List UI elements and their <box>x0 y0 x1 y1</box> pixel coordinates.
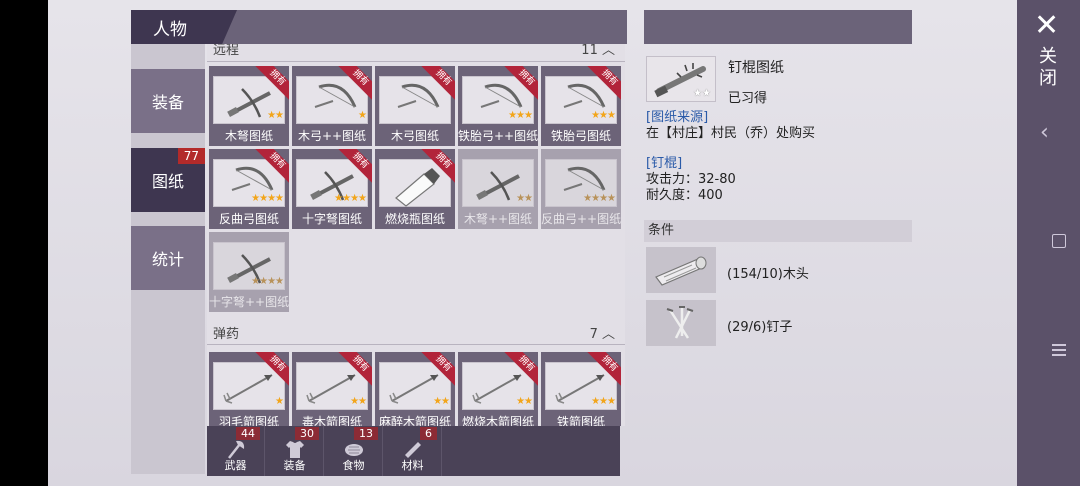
category-count: 7 ︿ <box>589 327 615 342</box>
blueprint-card[interactable]: ★★★ 拥有 铁胎弓图纸 <box>541 66 621 146</box>
blueprint-card[interactable]: 拥有 木弓图纸 <box>375 66 455 146</box>
detail-title: 钉棍图纸 <box>728 60 784 76</box>
rarity-stars: ★★★★ <box>251 276 284 287</box>
sidebar-item-label: 装备 <box>151 93 184 112</box>
rarity-stars: ★★ <box>433 396 450 407</box>
learned-status: 已习得 <box>728 91 768 106</box>
rarity-stars: ★★★★ <box>583 193 616 204</box>
bottom-tab-bar: 44 武器 30 装备 13 食物 6 材料 <box>207 426 620 476</box>
side-control-bar: ✕ 关闭 ‹ <box>1017 0 1080 486</box>
rarity-stars: ★★ <box>516 396 533 407</box>
sidebar-item-label: 图纸 <box>151 172 184 191</box>
blueprint-card[interactable]: 拥有 燃烧瓶图纸 <box>375 149 455 229</box>
blueprint-label: 十字弩++图纸 <box>209 295 289 309</box>
source-text: 在【村庄】村民（乔）处购买 <box>646 126 816 141</box>
category-name: 远程 <box>213 44 240 58</box>
character-tab[interactable]: 人物 <box>131 10 237 44</box>
blueprint-card[interactable]: ★★★★ 拥有 反曲弓图纸 <box>209 149 289 229</box>
tab-label: 武器 <box>224 459 247 472</box>
blueprint-card[interactable]: ★★ 拥有 毒木箭图纸 <box>292 352 372 426</box>
sidebar-item-stats[interactable]: 统计 <box>131 226 205 290</box>
blueprint-label: 木弓图纸 <box>390 129 439 143</box>
blueprint-card[interactable]: ★ 拥有 木弓++图纸 <box>292 66 372 146</box>
blueprint-label: 铁箭图纸 <box>556 415 605 426</box>
rarity-stars: ★★ <box>516 193 533 204</box>
tab-gear[interactable]: 30 装备 <box>266 426 324 476</box>
chevron-up-icon[interactable]: ︿ <box>602 44 615 58</box>
blueprint-card[interactable]: ★ 拥有 羽毛箭图纸 <box>209 352 289 426</box>
tab-label: 装备 <box>283 459 306 472</box>
rarity-stars: ★★★ <box>591 110 616 121</box>
durability-stat: 耐久度：400 <box>646 188 723 203</box>
blueprint-label: 十字弩图纸 <box>301 212 362 226</box>
rarity-stars: ★★★★ <box>334 193 367 204</box>
count-badge: 77 <box>177 148 205 164</box>
blueprint-label: 反曲弓图纸 <box>218 212 279 226</box>
blueprint-label: 毒木箭图纸 <box>301 415 362 426</box>
rarity-stars: ★★★★ <box>251 193 284 204</box>
tab-label: 食物 <box>342 459 365 472</box>
blueprint-card[interactable]: ★★★★ 拥有 十字弩图纸 <box>292 149 372 229</box>
blueprint-label: 铁胎弓图纸 <box>550 129 611 143</box>
blueprint-card[interactable]: ★★★ 拥有 铁胎弓++图纸 <box>458 66 538 146</box>
blueprint-list[interactable]: 远程 11 ︿ ★★ 拥有 木弩图纸 ★ 拥有 木弓++图纸 拥有 木弓图纸 ★★★ 拥有 铁胎弓+… <box>207 44 625 426</box>
blueprint-label: 反曲弓++图纸 <box>541 212 621 226</box>
category-header-ranged[interactable]: 远程 11 ︿ <box>207 44 625 62</box>
blueprint-label: 铁胎弓++图纸 <box>458 129 538 143</box>
category-count: 11 ︿ <box>581 44 615 58</box>
blueprint-card[interactable]: ★★★ 拥有 铁箭图纸 <box>541 352 621 426</box>
rarity-stars: ★★★ <box>508 110 533 121</box>
blueprint-label: 木弩图纸 <box>224 129 273 143</box>
tab-weapons[interactable]: 44 武器 <box>207 426 265 476</box>
rarity-stars: ★ <box>275 396 284 407</box>
rarity-stars: ★★★ <box>591 396 616 407</box>
rarity-stars: ★★ <box>267 110 284 121</box>
tab-food[interactable]: 13 食物 <box>325 426 383 476</box>
blueprint-label: 麻醉木箭图纸 <box>378 415 451 426</box>
category-name: 弹药 <box>213 327 240 342</box>
category-header-ammo[interactable]: 弹药 7 ︿ <box>207 321 625 345</box>
blueprint-label: 木弓++图纸 <box>297 129 367 143</box>
rarity-stars: ★ <box>358 110 367 121</box>
detail-header-bar <box>644 10 912 44</box>
nails-icon <box>666 306 694 339</box>
tab-materials[interactable]: 6 材料 <box>384 426 442 476</box>
blueprint-card[interactable]: ★★ 拥有 木弩图纸 <box>209 66 289 146</box>
blueprint-label: 羽毛箭图纸 <box>218 415 279 426</box>
menu-nav-icon[interactable] <box>1052 344 1066 356</box>
blueprint-card[interactable]: ★★ 木弩++图纸 <box>458 149 538 229</box>
blueprint-card[interactable]: ★★ 拥有 燃烧木箭图纸 <box>458 352 538 426</box>
blueprint-label: 燃烧木箭图纸 <box>461 415 534 426</box>
rarity-stars: ★★ <box>693 88 711 99</box>
conditions-header: 条件 <box>644 220 912 242</box>
material-requirement: (154/10)木头 <box>727 267 809 282</box>
back-nav-icon[interactable]: ‹ <box>1040 120 1049 145</box>
blueprint-thumbnail: ★★ <box>646 56 716 102</box>
header-title: 人物 <box>153 19 187 40</box>
blueprint-card[interactable]: ★★ 拥有 麻醉木箭图纸 <box>375 352 455 426</box>
material-requirement: (29/6)钉子 <box>727 320 793 335</box>
blueprint-card[interactable]: ★★★★ 十字弩++图纸 <box>209 232 289 312</box>
sidebar-item-equipment[interactable]: 装备 <box>131 69 205 133</box>
wood-icon <box>655 256 707 286</box>
close-icon[interactable]: ✕ <box>1034 8 1059 43</box>
sidebar-item-blueprints[interactable]: 图纸 77 <box>131 148 205 212</box>
material-slot <box>646 247 716 293</box>
home-nav-icon[interactable] <box>1052 234 1066 248</box>
tab-label: 材料 <box>401 459 424 472</box>
sidebar-item-label: 统计 <box>151 250 184 269</box>
close-label[interactable]: 关闭 <box>1037 46 1059 90</box>
rarity-stars: ★★ <box>350 396 367 407</box>
blueprint-label: 燃烧瓶图纸 <box>384 212 445 226</box>
blueprint-card[interactable]: ★★★★ 反曲弓++图纸 <box>541 149 621 229</box>
chevron-up-icon[interactable]: ︿ <box>602 327 615 342</box>
blueprint-label: 木弩++图纸 <box>463 212 533 226</box>
material-slot <box>646 300 716 346</box>
